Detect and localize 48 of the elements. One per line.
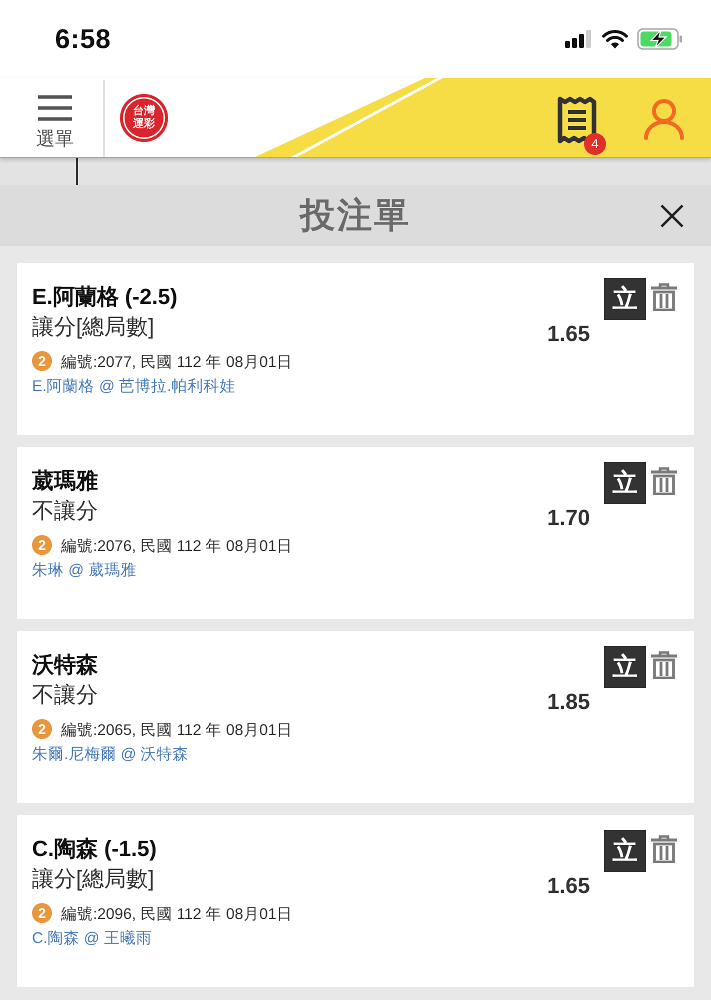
market-name: 不讓分 — [32, 681, 99, 709]
odds-value: 1.65 — [547, 320, 590, 348]
trash-icon — [650, 835, 678, 863]
trash-icon — [650, 651, 678, 679]
close-icon — [660, 204, 684, 228]
number-badge: 2 — [32, 351, 52, 371]
number-badge: 2 — [32, 535, 52, 555]
menu-button[interactable]: 選單 — [30, 78, 80, 157]
trash-icon — [650, 283, 678, 311]
delete-button[interactable] — [650, 835, 678, 863]
status-time: 6:58 — [55, 24, 112, 54]
selection-name: 沃特森 — [32, 651, 99, 679]
odds-value: 1.65 — [547, 872, 590, 900]
matchup-link[interactable]: 朱琳 @ 葳瑪雅 — [32, 560, 136, 582]
account-button[interactable] — [643, 98, 685, 140]
market-name: 讓分[總局數] — [32, 313, 156, 341]
single-bet-button[interactable]: 立 — [604, 830, 646, 872]
delete-button[interactable] — [650, 467, 678, 495]
single-bet-button[interactable]: 立 — [604, 646, 646, 688]
bet-info: 編號:2065, 民國 112 年 08月01日 — [61, 720, 293, 740]
delete-button[interactable] — [650, 651, 678, 679]
selection-name: 葳瑪雅 — [32, 467, 99, 495]
odds-value: 1.70 — [547, 504, 590, 532]
matchup-link[interactable]: 朱爾.尼梅爾 @ 沃特森 — [32, 744, 189, 766]
selection-name: C.陶森 (-1.5) — [32, 835, 158, 863]
person-icon — [643, 98, 685, 140]
single-bet-button[interactable]: 立 — [604, 462, 646, 504]
bet-info: 編號:2076, 民國 112 年 08月01日 — [61, 536, 293, 556]
signal-icon — [565, 30, 593, 48]
bet-info: 編號:2077, 民國 112 年 08月01日 — [61, 352, 293, 372]
bet-slip-title: 投注單 — [300, 195, 411, 237]
odds-value: 1.85 — [547, 688, 590, 716]
selection-name: E.阿蘭格 (-2.5) — [32, 283, 178, 311]
market-name: 讓分[總局數] — [32, 865, 156, 893]
single-bet-button[interactable]: 立 — [604, 278, 646, 320]
wifi-icon — [602, 30, 628, 48]
trash-icon — [650, 467, 678, 495]
bet-info: 編號:2096, 民國 112 年 08月01日 — [61, 904, 293, 924]
delete-button[interactable] — [650, 283, 678, 311]
market-name: 不讓分 — [32, 497, 99, 525]
menu-icon — [38, 95, 72, 121]
close-button[interactable] — [660, 204, 684, 228]
battery-charging-icon — [637, 28, 683, 50]
number-badge: 2 — [32, 719, 52, 739]
matchup-link[interactable]: E.阿蘭格 @ 芭博拉.帕利科娃 — [32, 376, 236, 398]
number-badge: 2 — [32, 903, 52, 923]
logo[interactable]: 台灣運彩 — [120, 94, 168, 142]
matchup-link[interactable]: C.陶森 @ 王曦雨 — [32, 928, 152, 950]
